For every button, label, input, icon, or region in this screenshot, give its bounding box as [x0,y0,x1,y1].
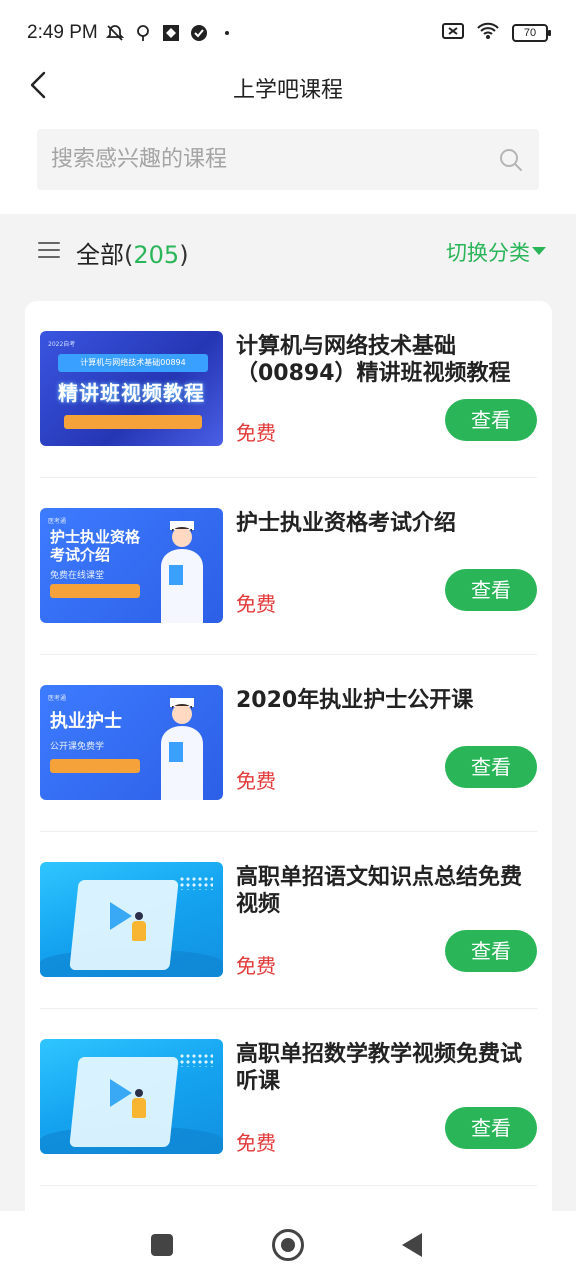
check-circle-icon [189,23,209,43]
thumbnail-tag: 2022自考 [48,341,76,348]
view-button[interactable]: 查看 [445,569,537,611]
play-icon [110,902,132,930]
nurse-illustration [161,698,203,800]
course-price: 免费 [236,421,276,445]
app-icon [161,23,181,43]
course-title[interactable]: 护士执业资格考试介绍 [236,510,526,537]
system-icons: 70 [442,22,551,44]
nav-back-button[interactable] [402,1233,422,1257]
course-price: 免费 [236,1131,276,1155]
battery-icon: 70 [512,24,551,42]
status-bar: 2:49 PM 70 [0,0,576,70]
thumbnail-tag: 医考通 [48,518,67,525]
switch-category-button[interactable]: 切换分类 [446,237,530,267]
course-row[interactable]: 高职单招数学教学视频免费试听课 免费 查看 [40,1009,537,1186]
thumbnail-title: 执业护士 [50,711,122,732]
view-button[interactable]: 查看 [445,1107,537,1149]
person-illustration [132,1089,146,1123]
view-button[interactable]: 查看 [445,746,537,788]
course-price: 免费 [236,954,276,978]
nurse-illustration [161,521,203,623]
course-title[interactable]: 2020年执业护士公开课 [236,687,526,714]
course-row[interactable]: 医考通 执业护士 公开课免费学 2020年执业护士公开课 免费 查看 [40,655,537,832]
recents-button[interactable] [151,1234,173,1256]
course-row[interactable]: 高职单招语文知识点总结免费视频 免费 查看 [40,832,537,1009]
course-thumbnail[interactable] [40,862,223,977]
dots-pattern [179,876,213,890]
course-price: 免费 [236,592,276,616]
search-input[interactable] [51,129,481,190]
course-thumbnail[interactable]: 医考通 护士执业资格考试介绍 免费在线课堂 [40,508,223,623]
location-icon [133,23,153,43]
page-title: 上学吧课程 [232,78,343,103]
mute-icon [105,23,125,43]
thumbnail-subtitle: 计算机与网络技术基础00894 [58,354,208,372]
course-thumbnail[interactable]: 医考通 执业护士 公开课免费学 [40,685,223,800]
course-title[interactable]: 高职单招数学教学视频免费试听课 [236,1041,526,1095]
thumbnail-tag: 医考通 [48,695,67,702]
course-row[interactable]: 医考通 护士执业资格考试介绍 免费在线课堂 护士执业资格考试介绍 免费 查看 [40,478,537,655]
course-row[interactable]: 2022自考 计算机与网络技术基础00894 精讲班视频教程 计算机与网络技术基… [40,301,537,478]
header: 上学吧课程 [0,70,576,214]
thumbnail-subtitle: 免费在线课堂 [50,571,105,581]
play-icon [110,1079,132,1107]
sim-icon [442,22,464,44]
filter-all[interactable]: 全部(205) [76,235,189,270]
dots-pattern [179,1053,213,1067]
view-button[interactable]: 查看 [445,399,537,441]
thumbnail-title: 精讲班视频教程 [58,381,205,405]
course-count: 205 [133,241,180,269]
filter-bar: 全部(205) 切换分类 [0,214,576,290]
divider [40,1185,537,1186]
status-time: 2:49 PM [27,22,98,43]
count-open-paren: ( [124,241,134,269]
notification-icons [105,23,237,43]
thumbnail-bar [50,584,140,598]
thumbnail-subtitle: 公开课免费学 [50,742,105,752]
course-price: 免费 [236,769,276,793]
menu-icon[interactable] [38,242,60,260]
system-nav-bar [0,1211,576,1280]
thumbnail-title: 护士执业资格考试介绍 [50,528,141,564]
thumbnail-bar [50,759,140,773]
view-button[interactable]: 查看 [445,930,537,972]
home-button[interactable] [272,1229,304,1261]
search-icon[interactable] [499,148,523,172]
wifi-icon [476,22,500,44]
thumbnail-bar [64,415,202,429]
course-thumbnail[interactable]: 2022自考 计算机与网络技术基础00894 精讲班视频教程 [40,331,223,446]
course-title[interactable]: 高职单招语文知识点总结免费视频 [236,864,526,918]
course-thumbnail[interactable] [40,1039,223,1154]
filter-all-label: 全部 [76,241,124,269]
course-title[interactable]: 计算机与网络技术基础（00894）精讲班视频教程 [236,333,526,387]
search-box[interactable] [37,129,539,190]
dot-icon [217,23,237,43]
count-close-paren: ) [179,241,189,269]
caret-down-icon[interactable] [532,247,546,255]
person-illustration [132,912,146,946]
course-list: 2022自考 计算机与网络技术基础00894 精讲班视频教程 计算机与网络技术基… [25,301,552,1241]
